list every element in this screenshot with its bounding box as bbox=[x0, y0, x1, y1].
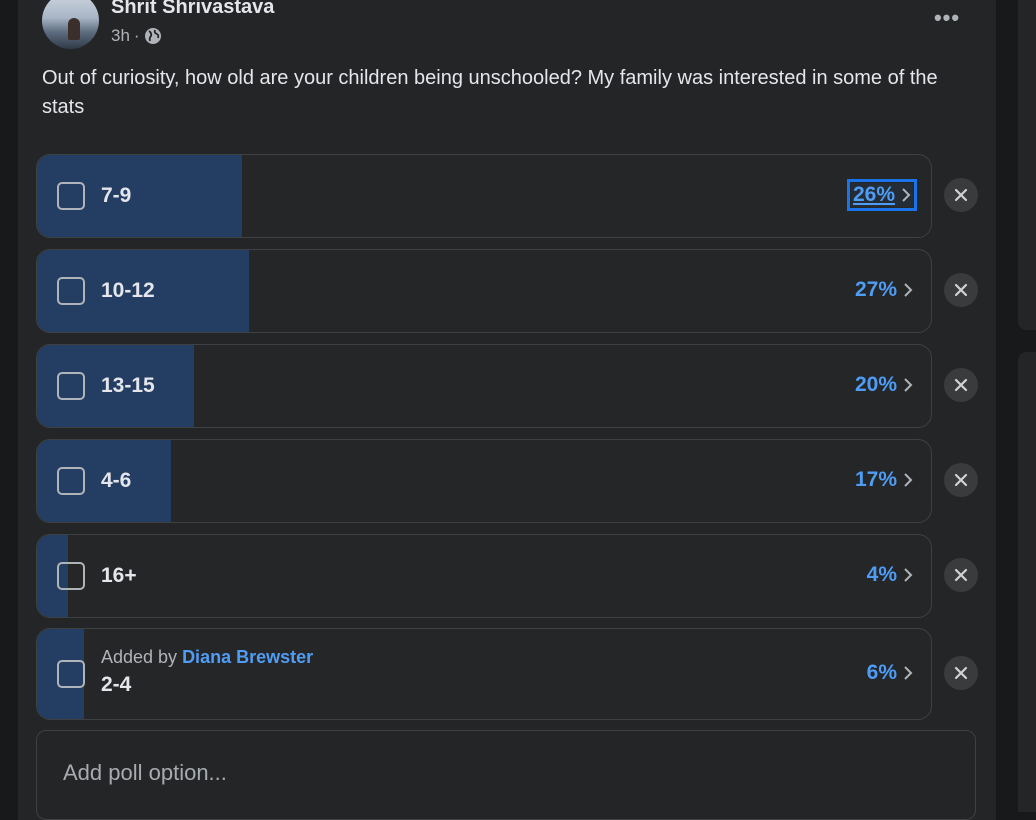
poll-option-2-4[interactable]: Added by Diana Brewster 2-4 6% bbox=[36, 628, 932, 720]
poll-option-label: 4-6 bbox=[101, 469, 132, 492]
post-time[interactable]: 3h bbox=[111, 26, 130, 46]
chevron-right-icon bbox=[904, 473, 913, 487]
post-text: Out of curiosity, how old are your child… bbox=[42, 67, 938, 118]
author-name[interactable]: Shrit Shrivastava bbox=[111, 0, 274, 19]
close-icon bbox=[954, 666, 968, 680]
close-icon bbox=[954, 568, 968, 582]
poll-option-percent-value: 6% bbox=[866, 661, 897, 684]
poll-option-checkbox[interactable] bbox=[57, 277, 85, 305]
poll-option-checkbox[interactable] bbox=[57, 182, 85, 210]
poll-option-percent-value: 4% bbox=[866, 563, 897, 586]
globe-icon bbox=[144, 28, 161, 44]
poll-option-percent[interactable]: 17% bbox=[855, 468, 913, 492]
add-poll-option-box[interactable] bbox=[36, 730, 976, 820]
poll-option-percent-value: 27% bbox=[854, 278, 897, 301]
meta-separator: · bbox=[133, 26, 140, 45]
poll-option-percent-value: 17% bbox=[854, 468, 897, 491]
poll-option-label: 13-15 bbox=[101, 374, 155, 397]
poll-option-percent-value: 26% bbox=[852, 183, 895, 206]
poll-option-percent[interactable]: 4% bbox=[867, 563, 913, 587]
poll-option-16plus[interactable]: 16+ 4% bbox=[36, 534, 932, 618]
adjacent-panel-edge bbox=[1018, 0, 1036, 812]
added-by-line: Added by Diana Brewster bbox=[101, 647, 313, 668]
close-icon bbox=[954, 283, 968, 297]
remove-option-button[interactable] bbox=[944, 558, 978, 592]
close-icon bbox=[954, 473, 968, 487]
poll-option-label: 10-12 bbox=[101, 279, 155, 302]
chevron-right-icon bbox=[904, 283, 913, 297]
poll-option-percent[interactable]: 26% bbox=[846, 179, 918, 211]
poll-option-percent[interactable]: 6% bbox=[867, 661, 913, 685]
poll-option-7-9[interactable]: 7-9 26% bbox=[36, 154, 932, 238]
close-icon bbox=[954, 188, 968, 202]
added-by-prefix: Added by bbox=[101, 647, 183, 667]
remove-option-button[interactable] bbox=[944, 368, 978, 402]
added-by-name[interactable]: Diana Brewster bbox=[182, 647, 313, 667]
remove-option-button[interactable] bbox=[944, 656, 978, 690]
close-icon bbox=[954, 378, 968, 392]
poll-option-percent[interactable]: 27% bbox=[855, 278, 913, 302]
poll-option-checkbox[interactable] bbox=[57, 372, 85, 400]
chevron-right-icon bbox=[904, 568, 913, 582]
post-meta: 3h · bbox=[111, 26, 162, 46]
poll-option-13-15[interactable]: 13-15 20% bbox=[36, 344, 932, 428]
poll-option-label: 2-4 bbox=[101, 673, 132, 696]
remove-option-button[interactable] bbox=[944, 178, 978, 212]
chevron-right-icon bbox=[904, 378, 913, 392]
poll-option-10-12[interactable]: 10-12 27% bbox=[36, 249, 932, 333]
remove-option-button[interactable] bbox=[944, 273, 978, 307]
poll-option-label: 16+ bbox=[101, 564, 137, 587]
poll-option-percent-value: 20% bbox=[854, 373, 897, 396]
poll-option-label: 7-9 bbox=[101, 184, 132, 207]
more-options-button[interactable]: ••• bbox=[930, 6, 964, 30]
chevron-right-icon bbox=[902, 188, 911, 202]
add-poll-option-input[interactable] bbox=[61, 757, 945, 789]
poll-option-checkbox[interactable] bbox=[57, 562, 85, 590]
poll-option-checkbox[interactable] bbox=[57, 660, 85, 688]
poll-option-checkbox[interactable] bbox=[57, 467, 85, 495]
remove-option-button[interactable] bbox=[944, 463, 978, 497]
chevron-right-icon bbox=[904, 666, 913, 680]
poll-option-percent[interactable]: 20% bbox=[855, 373, 913, 397]
poll-option-4-6[interactable]: 4-6 17% bbox=[36, 439, 932, 523]
